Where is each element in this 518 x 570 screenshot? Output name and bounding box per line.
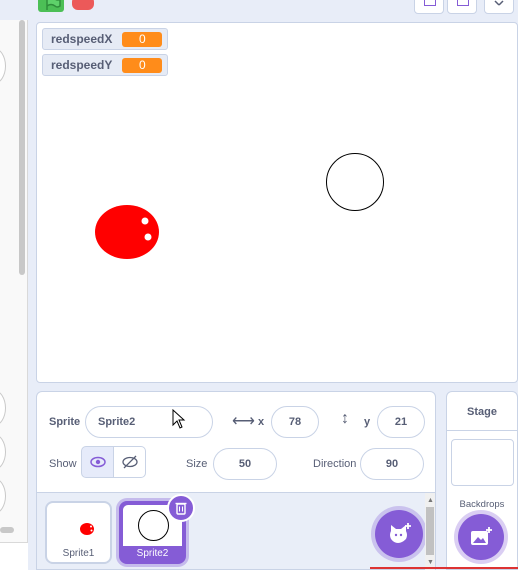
eye-slash-icon [121,455,138,469]
variable-monitor-redspeedx[interactable]: redspeedX 0 [42,28,169,50]
trash-icon [175,502,187,515]
image-plus-icon [471,527,492,545]
monitor-value: 0 [122,31,163,47]
sprite1-thumbnail [80,523,94,535]
scroll-down-icon[interactable]: ▼ [427,559,434,566]
choose-sprite-button[interactable] [375,510,423,558]
x-arrows-icon: ⟷ [232,413,255,430]
y-position-input[interactable]: 21 [377,406,425,438]
flag-icon [46,0,61,10]
sprite-tile-name: Sprite1 [62,548,95,559]
size-input[interactable]: 50 [213,448,277,480]
sprite-name-label: Sprite [49,416,81,428]
sprite-list: Sprite1 Sprite2 ▲ ▼ [36,493,436,570]
y-arrows-icon: ↕ [341,410,349,427]
small-stage-button[interactable] [414,0,444,14]
stage-header [0,0,518,20]
choose-backdrop-button[interactable] [458,514,504,560]
hide-sprite-button[interactable] [113,446,146,478]
cat-plus-icon [390,523,411,543]
sprite-info-panel: Sprite Sprite2 ⟷ x 78 ↕ y 21 Show Size 5… [36,391,436,493]
code-area-edge [0,0,28,570]
size-label: Size [186,458,208,470]
stop-button[interactable] [72,0,94,10]
backdrops-label: Backdrops [459,499,505,510]
block-palette-button[interactable] [0,48,6,84]
bottom-edge-line [370,567,518,569]
direction-input[interactable]: 90 [360,448,424,480]
eye-icon [89,456,106,468]
large-stage-button[interactable] [447,0,477,14]
x-label: x [258,416,265,428]
red-ball-sprite[interactable] [95,204,161,260]
backpack-edge [0,542,28,570]
small-stage-icon [424,0,436,6]
circle-sprite[interactable] [326,153,384,211]
sprite-list-scrollbar[interactable]: ▲ ▼ [425,493,435,570]
stage-divider [447,430,517,431]
monitor-value: 0 [122,57,163,73]
stage-title: Stage [467,406,497,418]
scroll-up-icon[interactable]: ▲ [427,497,434,504]
zoom-out-button[interactable] [0,478,6,514]
zoom-reset-button[interactable] [0,434,6,470]
large-stage-icon [457,0,469,6]
sprite-tile-name: Sprite2 [136,548,169,559]
zoom-in-button[interactable] [0,390,6,426]
y-label: y [364,416,371,428]
sprite-name-input[interactable]: Sprite2 [85,406,213,438]
variable-monitor-redspeedy[interactable]: redspeedY 0 [42,54,169,76]
show-label: Show [49,458,77,470]
circle-thumbnail-shape [138,510,169,541]
monitor-label: redspeedX [51,32,113,46]
green-flag-button[interactable] [38,0,64,12]
mouse-cursor-icon [172,409,186,429]
direction-label: Direction [313,458,357,470]
stage-selector[interactable]: Stage Backdrops [446,391,518,570]
monitor-label: redspeedY [51,58,113,72]
fullscreen-icon [494,0,504,6]
fullscreen-button[interactable] [484,0,514,14]
x-position-input[interactable]: 78 [271,406,319,438]
delete-sprite-button[interactable] [167,494,195,522]
show-sprite-button[interactable] [81,446,114,478]
code-area-scrollbar[interactable] [19,20,25,275]
sprite-tile-sprite1[interactable]: Sprite1 [45,501,112,564]
code-area-hscrollbar[interactable] [0,527,14,533]
stage-canvas[interactable]: redspeedX 0 redspeedY 0 [36,22,518,383]
scroll-thumb[interactable] [426,507,434,555]
stage-thumbnail[interactable] [451,439,514,486]
